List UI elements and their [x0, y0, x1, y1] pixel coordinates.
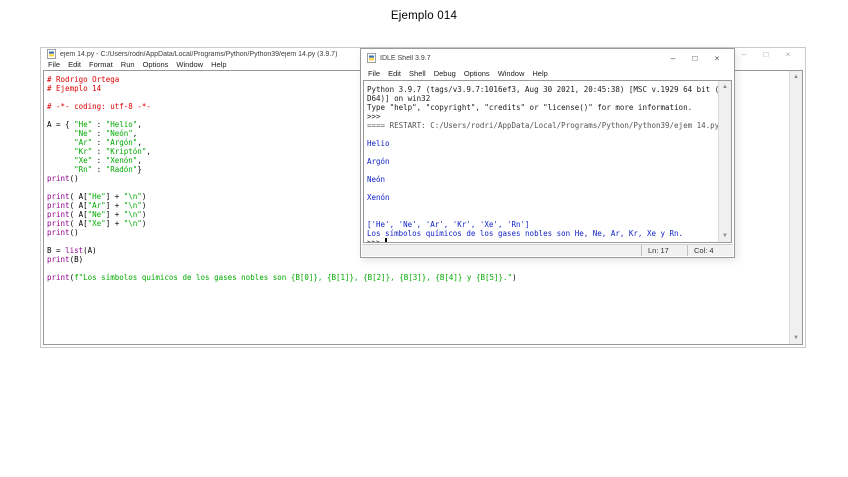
text-line: Python 3.9.7 (tags/v3.9.7:1016ef3, Aug 3…: [367, 85, 718, 94]
text-line: Type "help", "copyright", "credits" or "…: [367, 103, 718, 112]
close-icon[interactable]: ×: [706, 53, 728, 63]
text-line: [47, 264, 789, 273]
menu-item-file[interactable]: File: [44, 60, 64, 69]
menu-item-window[interactable]: Window: [172, 60, 207, 69]
menu-item-options[interactable]: Options: [139, 60, 173, 69]
scroll-up-icon[interactable]: ▲: [719, 82, 731, 92]
minimize-icon[interactable]: –: [662, 53, 684, 63]
shell-text-area[interactable]: Python 3.9.7 (tags/v3.9.7:1016ef3, Aug 3…: [363, 80, 732, 243]
text-line: [367, 202, 718, 211]
menu-item-edit[interactable]: Edit: [384, 69, 405, 78]
idle-shell-icon: [367, 53, 376, 63]
text-line: [367, 148, 718, 157]
shell-window-title: IDLE Shell 3.9.7: [380, 55, 658, 62]
menu-item-help[interactable]: Help: [528, 69, 551, 78]
menu-item-window[interactable]: Window: [494, 69, 529, 78]
text-line: [367, 130, 718, 139]
maximize-icon[interactable]: □: [755, 49, 777, 59]
menu-item-format[interactable]: Format: [85, 60, 117, 69]
menu-item-debug[interactable]: Debug: [430, 69, 460, 78]
text-line: Neón: [367, 175, 718, 184]
text-line: Helio: [367, 139, 718, 148]
text-line: [367, 184, 718, 193]
text-line: [367, 211, 718, 220]
shell-output[interactable]: Python 3.9.7 (tags/v3.9.7:1016ef3, Aug 3…: [364, 81, 718, 242]
scroll-down-icon[interactable]: ▼: [790, 333, 802, 343]
desktop: Ejemplo 014 ejem 14.py - C:/Users/rodri/…: [0, 0, 848, 477]
text-line: ['He', 'Ne', 'Ar', 'Kr', 'Xe', 'Rn']: [367, 220, 718, 229]
text-line: ==== RESTART: C:/Users/rodri/AppData/Loc…: [367, 121, 718, 130]
status-line-indicator: Ln: 17: [641, 245, 687, 256]
menu-item-shell[interactable]: Shell: [405, 69, 430, 78]
text-line: >>>: [367, 238, 718, 243]
maximize-icon[interactable]: □: [684, 53, 706, 63]
editor-scrollbar[interactable]: ▲ ▼: [789, 71, 802, 344]
page-title: Ejemplo 014: [0, 10, 848, 22]
text-line: >>>: [367, 112, 718, 121]
text-line: D64)] on win32: [367, 94, 718, 103]
shell-scrollbar[interactable]: ▲ ▼: [718, 81, 731, 242]
text-line: [367, 166, 718, 175]
menu-item-options[interactable]: Options: [460, 69, 494, 78]
shell-menubar: FileEditShellDebugOptionsWindowHelp: [361, 67, 734, 79]
scroll-down-icon[interactable]: ▼: [719, 231, 731, 241]
text-line: print(f"Los símbolos químicos de los gas…: [47, 273, 789, 282]
menu-item-help[interactable]: Help: [207, 60, 230, 69]
close-icon[interactable]: ×: [777, 49, 799, 59]
shell-titlebar[interactable]: IDLE Shell 3.9.7 – □ ×: [361, 49, 734, 67]
text-line: Xenón: [367, 193, 718, 202]
minimize-icon[interactable]: –: [733, 49, 755, 59]
scroll-up-icon[interactable]: ▲: [790, 72, 802, 82]
text-line: Los símbolos químicos de los gases noble…: [367, 229, 718, 238]
menu-item-edit[interactable]: Edit: [64, 60, 85, 69]
status-col-indicator: Col: 4: [687, 245, 733, 256]
text-line: Argón: [367, 157, 718, 166]
shell-statusbar: Ln: 17 Col: 4: [362, 244, 733, 256]
menu-item-file[interactable]: File: [364, 69, 384, 78]
text-cursor: [385, 238, 387, 243]
editor-window-controls: – □ ×: [733, 49, 799, 59]
shell-window-controls: – □ ×: [662, 53, 728, 63]
shell-window: IDLE Shell 3.9.7 – □ × FileEditShellDebu…: [360, 48, 735, 258]
idle-file-icon: [47, 49, 56, 59]
menu-item-run[interactable]: Run: [117, 60, 139, 69]
